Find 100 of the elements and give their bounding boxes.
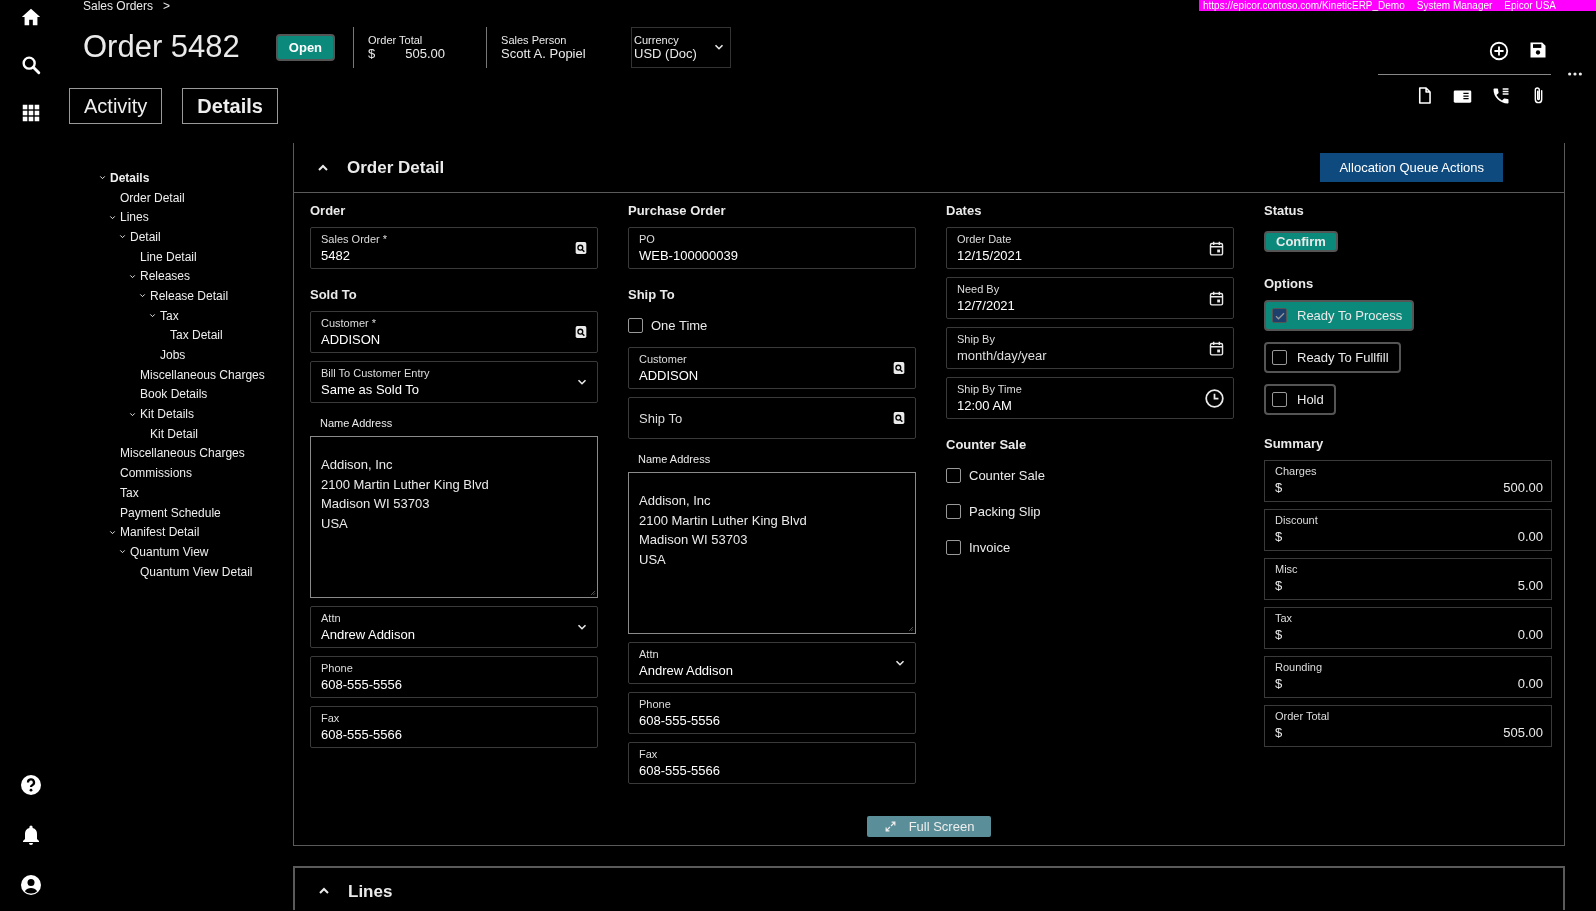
checkbox[interactable] bbox=[628, 317, 643, 333]
tree-item[interactable]: Book Details bbox=[140, 387, 208, 402]
address-textarea[interactable]: Addison, Inc 2100 Martin Luther King Blvd Madison WI 53703 USA bbox=[628, 472, 916, 634]
input-field[interactable]: Ship By Time 12:00 AM bbox=[946, 377, 1234, 419]
tree-item[interactable]: Details bbox=[110, 170, 150, 185]
input-field[interactable]: Need By 12/7/2021 bbox=[946, 277, 1234, 319]
field-value: Andrew Addison bbox=[639, 663, 734, 678]
section-heading: Order bbox=[310, 203, 347, 219]
apps-grid-icon[interactable] bbox=[20, 102, 42, 124]
input-field[interactable]: Customer ADDISON bbox=[628, 347, 916, 389]
lookup-icon[interactable] bbox=[891, 410, 907, 426]
user-name: System Manager bbox=[1416, 0, 1493, 11]
home-icon[interactable] bbox=[20, 6, 42, 28]
field-label: Misc bbox=[1275, 563, 1299, 575]
input-field[interactable]: Fax 608-555-5566 bbox=[310, 706, 598, 748]
tree-item[interactable]: Miscellaneous Charges bbox=[120, 446, 245, 461]
option-toggle[interactable]: Hold bbox=[1264, 384, 1336, 415]
amount-value: 0.00 bbox=[1517, 676, 1543, 691]
clock-icon[interactable] bbox=[1204, 387, 1225, 409]
help-icon[interactable] bbox=[19, 773, 43, 797]
lookup-icon[interactable] bbox=[573, 324, 589, 340]
tree-item[interactable]: Miscellaneous Charges bbox=[140, 367, 265, 382]
checkbox[interactable] bbox=[946, 467, 961, 483]
tab[interactable]: Details bbox=[182, 88, 278, 124]
checkbox-label: Hold bbox=[1297, 392, 1324, 407]
option-toggle[interactable]: Ready To Process bbox=[1264, 300, 1415, 331]
amount-value: 500.00 bbox=[1503, 480, 1543, 495]
save-icon[interactable] bbox=[1528, 40, 1548, 60]
input-field[interactable]: Ship By month/day/year bbox=[946, 327, 1234, 369]
checkbox[interactable] bbox=[1272, 350, 1287, 365]
checkbox-label: One Time bbox=[651, 317, 708, 333]
tree-item[interactable]: Release Detail bbox=[150, 288, 229, 303]
lookup-icon[interactable] bbox=[573, 240, 589, 256]
currency-symbol: $ bbox=[1275, 529, 1283, 544]
tree-item[interactable]: Tax Detail bbox=[170, 328, 223, 343]
tree-item[interactable]: Quantum View bbox=[130, 544, 209, 559]
account-icon[interactable] bbox=[19, 873, 43, 897]
input-field[interactable]: Customer * ADDISON bbox=[310, 311, 598, 353]
checkbox[interactable] bbox=[1272, 392, 1287, 407]
field-value: ADDISON bbox=[639, 368, 700, 383]
status-badge: Open bbox=[275, 33, 336, 61]
allocation-queue-button[interactable]: Allocation Queue Actions bbox=[1320, 153, 1503, 182]
expand-icon bbox=[883, 820, 897, 833]
tree-item[interactable]: Line Detail bbox=[140, 249, 197, 264]
tree-item[interactable]: Manifest Detail bbox=[120, 525, 200, 540]
tree-item[interactable]: Order Detail bbox=[120, 190, 185, 205]
status-badge: Confirm bbox=[1264, 231, 1338, 252]
field-value: 608-555-5566 bbox=[639, 763, 721, 778]
currency-symbol: $ bbox=[368, 45, 376, 61]
tree-item[interactable]: Lines bbox=[120, 210, 149, 225]
field-placeholder: month/day/year bbox=[957, 348, 1048, 363]
tree-item[interactable]: Commissions bbox=[120, 466, 192, 481]
input-field[interactable]: PO WEB-100000039 bbox=[628, 227, 916, 269]
add-icon[interactable] bbox=[1488, 40, 1510, 62]
tree-item[interactable]: Tax bbox=[120, 485, 139, 500]
tree-item[interactable]: Tax bbox=[160, 308, 179, 323]
tree-item[interactable]: Payment Schedule bbox=[120, 505, 221, 520]
panel-title: Order Detail bbox=[347, 157, 445, 178]
field-label: Fax bbox=[639, 748, 659, 760]
checkbox[interactable] bbox=[1272, 308, 1287, 323]
tree-item[interactable]: Jobs bbox=[160, 348, 186, 363]
tree-item[interactable]: Kit Details bbox=[140, 407, 195, 422]
currency-symbol: $ bbox=[1275, 725, 1283, 740]
input-field[interactable]: Phone 608-555-5556 bbox=[628, 692, 916, 734]
address-textarea[interactable]: Addison, Inc 2100 Martin Luther King Blvd Madison WI 53703 USA bbox=[310, 436, 598, 598]
search-icon[interactable] bbox=[20, 54, 42, 76]
page-title: Order 5482 bbox=[83, 29, 240, 65]
tree-item[interactable]: Releases bbox=[140, 269, 191, 284]
field-value: ADDISON bbox=[321, 332, 382, 347]
field-label: Order Total bbox=[1275, 710, 1331, 722]
field-value: WEB-100000039 bbox=[639, 248, 739, 263]
dropdown-field[interactable]: Bill To Customer Entry Same as Sold To bbox=[310, 361, 598, 403]
checkbox-label: Invoice bbox=[969, 539, 1011, 555]
tree-item[interactable]: Detail bbox=[130, 229, 161, 244]
phone-list-icon[interactable] bbox=[1491, 86, 1511, 106]
checkbox[interactable] bbox=[946, 539, 961, 555]
lookup-icon[interactable] bbox=[891, 360, 907, 376]
field-value: 5482 bbox=[321, 248, 351, 263]
input-field[interactable]: Phone 608-555-5556 bbox=[310, 656, 598, 698]
calendar-icon[interactable] bbox=[1208, 289, 1225, 307]
dropdown-field[interactable]: Attn Andrew Addison bbox=[310, 606, 598, 648]
amount-value: 0.00 bbox=[1517, 529, 1543, 544]
field-label: Order Date bbox=[957, 233, 1013, 245]
calendar-icon[interactable] bbox=[1208, 239, 1225, 257]
input-field[interactable]: Fax 608-555-5566 bbox=[628, 742, 916, 784]
input-field[interactable]: Order Date 12/15/2021 bbox=[946, 227, 1234, 269]
tree-item[interactable]: Quantum View Detail bbox=[140, 564, 253, 579]
input-field[interactable]: Sales Order * 5482 bbox=[310, 227, 598, 269]
option-toggle[interactable]: Ready To Fullfill bbox=[1264, 342, 1401, 373]
summary-value: Scott A. Popiel bbox=[501, 45, 586, 61]
tree-item[interactable]: Kit Detail bbox=[150, 426, 199, 441]
summary-value: 505.00 bbox=[405, 45, 446, 61]
breadcrumb-link[interactable]: Sales Orders bbox=[83, 0, 154, 14]
input-field[interactable]: Ship To bbox=[628, 397, 916, 439]
tab[interactable]: Activity bbox=[69, 88, 163, 124]
calendar-icon[interactable] bbox=[1208, 339, 1225, 357]
section-heading: Counter Sale bbox=[946, 437, 1028, 453]
currency-dropdown[interactable]: Currency USD (Doc) bbox=[631, 26, 732, 68]
checkbox[interactable] bbox=[946, 503, 961, 519]
dropdown-field[interactable]: Attn Andrew Addison bbox=[628, 642, 916, 684]
